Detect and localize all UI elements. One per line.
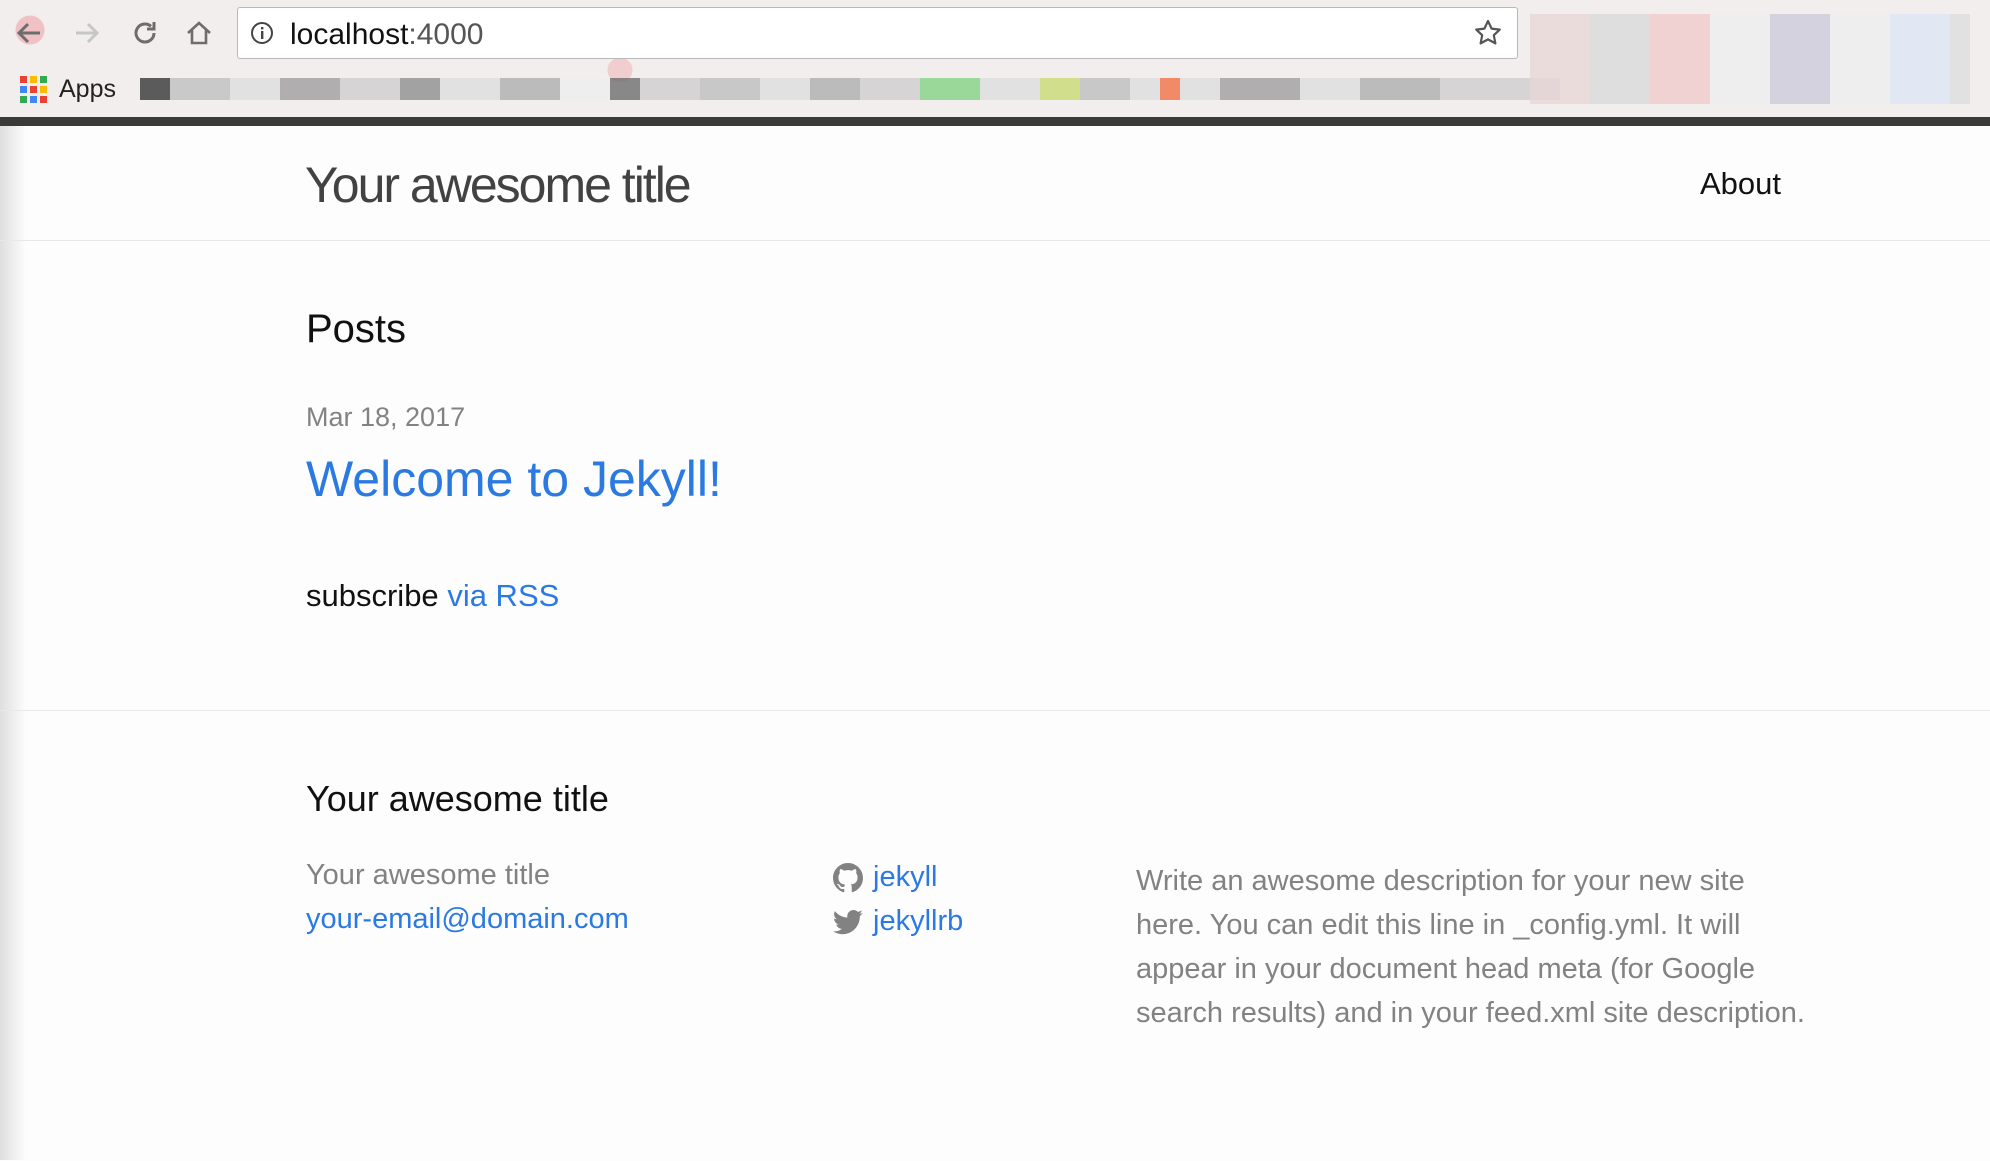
site-title[interactable]: Your awesome title [305,156,692,214]
subscribe-text: subscribe [306,578,439,613]
footer-heading: Your awesome title [306,778,609,819]
home-icon [187,21,211,45]
github-link[interactable]: jekyll [833,861,937,894]
reload-button[interactable] [126,14,164,52]
twitter-link[interactable]: jekyllrb [833,905,963,938]
forward-button[interactable] [68,14,106,52]
nav-link-about[interactable]: About [1700,166,1781,202]
info-icon[interactable] [250,21,274,45]
url-port: :4000 [408,18,484,51]
twitter-icon [833,909,863,934]
apps-label: Apps [59,74,116,103]
twitter-username: jekyllrb [873,905,964,937]
forward-arrow-icon [76,22,100,44]
post-date: Mar 18, 2017 [306,402,466,432]
rss-link[interactable]: via RSS [447,578,559,613]
apps-grid-icon [20,75,47,103]
address-bar[interactable]: localhost:4000 [237,7,1518,59]
url-host: localhost [290,18,409,51]
posts-heading: Posts [306,307,407,351]
post-title-link[interactable]: Welcome to Jekyll! [306,450,722,508]
redacted-bookmarks [140,78,1560,100]
back-button[interactable] [10,14,48,52]
toolbar-divider [0,117,1990,126]
subscribe-line: subscribe via RSS [306,578,559,614]
back-arrow-icon [16,22,40,44]
redacted-extensions [1530,14,1970,104]
star-icon[interactable] [1473,18,1503,48]
browser-toolbar: localhost:4000 Apps [0,0,1990,120]
footer-site-name: Your awesome title [306,859,550,891]
site-header: Your awesome title About [0,126,1990,241]
url-text: localhost:4000 [290,18,483,52]
bookmark-apps[interactable]: Apps [20,72,116,106]
github-icon [833,862,863,892]
site-description: Write an awesome description for your ne… [1136,865,1805,1029]
github-username: jekyll [873,861,938,893]
reload-icon [134,22,156,44]
footer-email-link[interactable]: your-email@domain.com [306,903,629,936]
site-footer: Your awesome title Your awesome title yo… [0,710,1990,1161]
home-button[interactable] [180,14,218,52]
